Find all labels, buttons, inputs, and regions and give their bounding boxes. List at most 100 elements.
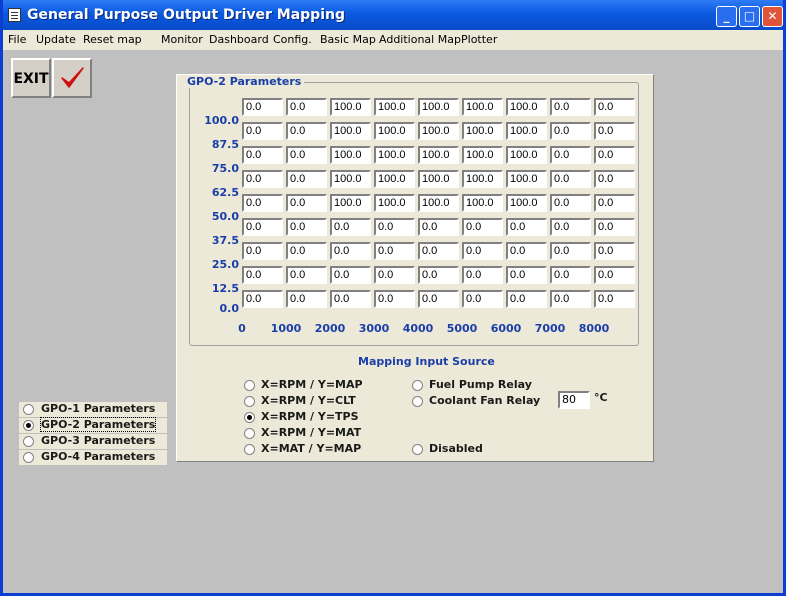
mapping-source-radio[interactable] [244, 412, 255, 423]
map-cell[interactable]: 0.0 [594, 98, 635, 116]
map-cell[interactable]: 100.0 [506, 170, 547, 188]
maximize-button[interactable]: □ [739, 6, 760, 27]
menu-plotter[interactable]: Plotter [461, 33, 497, 46]
map-cell[interactable]: 100.0 [506, 122, 547, 140]
map-cell[interactable]: 0.0 [242, 242, 283, 260]
map-cell[interactable]: 100.0 [506, 146, 547, 164]
map-cell[interactable]: 100.0 [418, 170, 459, 188]
map-cell[interactable]: 0.0 [550, 122, 591, 140]
map-cell[interactable]: 0.0 [550, 98, 591, 116]
map-cell[interactable]: 0.0 [330, 290, 371, 308]
gpo-selector-item[interactable]: GPO-1 Parameters [19, 402, 167, 417]
map-cell[interactable]: 0.0 [594, 290, 635, 308]
gpo-selector-radio[interactable] [23, 404, 34, 415]
map-cell[interactable]: 100.0 [462, 98, 503, 116]
map-cell[interactable]: 0.0 [286, 194, 327, 212]
menu-file[interactable]: File [8, 33, 26, 46]
map-cell[interactable]: 100.0 [506, 194, 547, 212]
map-cell[interactable]: 0.0 [242, 98, 283, 116]
map-cell[interactable]: 0.0 [550, 194, 591, 212]
map-cell[interactable]: 0.0 [462, 218, 503, 236]
menu-additional-map[interactable]: Additional Map [379, 33, 461, 46]
map-cell[interactable]: 100.0 [330, 146, 371, 164]
map-cell[interactable]: 100.0 [374, 170, 415, 188]
map-cell[interactable]: 0.0 [550, 146, 591, 164]
map-cell[interactable]: 0.0 [374, 218, 415, 236]
map-cell[interactable]: 0.0 [506, 290, 547, 308]
map-cell[interactable]: 0.0 [374, 242, 415, 260]
map-cell[interactable]: 100.0 [330, 170, 371, 188]
title-bar[interactable]: General Purpose Output Driver Mapping _ … [3, 0, 783, 30]
app-icon[interactable] [8, 8, 21, 22]
map-cell[interactable]: 0.0 [506, 242, 547, 260]
menu-config[interactable]: Config. [273, 33, 312, 46]
coolant-fan-relay-radio[interactable] [412, 396, 423, 407]
map-cell[interactable]: 0.0 [286, 266, 327, 284]
map-cell[interactable]: 0.0 [418, 266, 459, 284]
map-cell[interactable]: 0.0 [594, 146, 635, 164]
map-cell[interactable]: 0.0 [550, 266, 591, 284]
map-cell[interactable]: 0.0 [242, 266, 283, 284]
gpo-selector-item[interactable]: GPO-4 Parameters [19, 450, 167, 465]
map-cell[interactable]: 100.0 [330, 98, 371, 116]
disabled-radio[interactable] [412, 444, 423, 455]
mapping-source-radio[interactable] [244, 428, 255, 439]
map-cell[interactable]: 0.0 [330, 218, 371, 236]
map-cell[interactable]: 0.0 [594, 122, 635, 140]
map-cell[interactable]: 0.0 [506, 266, 547, 284]
map-cell[interactable]: 0.0 [242, 290, 283, 308]
map-cell[interactable]: 0.0 [242, 218, 283, 236]
mapping-source-radio[interactable] [244, 396, 255, 407]
map-cell[interactable]: 100.0 [374, 122, 415, 140]
map-cell[interactable]: 0.0 [286, 242, 327, 260]
map-cell[interactable]: 100.0 [374, 98, 415, 116]
map-cell[interactable]: 0.0 [286, 122, 327, 140]
menu-update[interactable]: Update [36, 33, 76, 46]
exit-button[interactable]: EXIT [11, 58, 51, 98]
gpo-selector-item[interactable]: GPO-2 Parameters [19, 417, 167, 433]
map-cell[interactable]: 100.0 [506, 98, 547, 116]
close-button[interactable]: ✕ [762, 6, 783, 27]
map-cell[interactable]: 100.0 [418, 122, 459, 140]
map-cell[interactable]: 100.0 [330, 194, 371, 212]
menu-reset-map[interactable]: Reset map [83, 33, 142, 46]
map-cell[interactable]: 100.0 [374, 194, 415, 212]
map-cell[interactable]: 0.0 [418, 218, 459, 236]
gpo-selector-radio[interactable] [23, 436, 34, 447]
map-cell[interactable]: 0.0 [594, 170, 635, 188]
map-cell[interactable]: 0.0 [242, 146, 283, 164]
map-cell[interactable]: 0.0 [286, 290, 327, 308]
map-cell[interactable]: 0.0 [550, 170, 591, 188]
coolant-temp-input[interactable]: 80 [558, 391, 590, 409]
map-cell[interactable]: 0.0 [506, 218, 547, 236]
gpo-selector-radio[interactable] [23, 420, 34, 431]
map-cell[interactable]: 0.0 [550, 290, 591, 308]
map-cell[interactable]: 0.0 [418, 242, 459, 260]
minimize-button[interactable]: _ [716, 6, 737, 27]
fuel-pump-relay-radio[interactable] [412, 380, 423, 391]
map-cell[interactable]: 100.0 [462, 146, 503, 164]
map-cell[interactable]: 0.0 [374, 290, 415, 308]
map-cell[interactable]: 100.0 [462, 170, 503, 188]
map-cell[interactable]: 0.0 [594, 194, 635, 212]
map-cell[interactable]: 100.0 [418, 98, 459, 116]
map-cell[interactable]: 0.0 [462, 242, 503, 260]
menu-basic-map[interactable]: Basic Map [320, 33, 376, 46]
map-cell[interactable]: 0.0 [286, 218, 327, 236]
map-cell[interactable]: 0.0 [550, 218, 591, 236]
map-cell[interactable]: 0.0 [330, 242, 371, 260]
map-cell[interactable]: 100.0 [374, 146, 415, 164]
map-cell[interactable]: 0.0 [462, 266, 503, 284]
map-cell[interactable]: 0.0 [550, 242, 591, 260]
map-cell[interactable]: 0.0 [594, 266, 635, 284]
map-cell[interactable]: 0.0 [286, 98, 327, 116]
map-cell[interactable]: 0.0 [242, 122, 283, 140]
map-cell[interactable]: 0.0 [374, 266, 415, 284]
map-cell[interactable]: 0.0 [286, 170, 327, 188]
mapping-source-radio[interactable] [244, 444, 255, 455]
map-cell[interactable]: 0.0 [330, 266, 371, 284]
map-cell[interactable]: 0.0 [418, 290, 459, 308]
map-cell[interactable]: 100.0 [330, 122, 371, 140]
map-cell[interactable]: 0.0 [286, 146, 327, 164]
map-cell[interactable]: 100.0 [418, 194, 459, 212]
